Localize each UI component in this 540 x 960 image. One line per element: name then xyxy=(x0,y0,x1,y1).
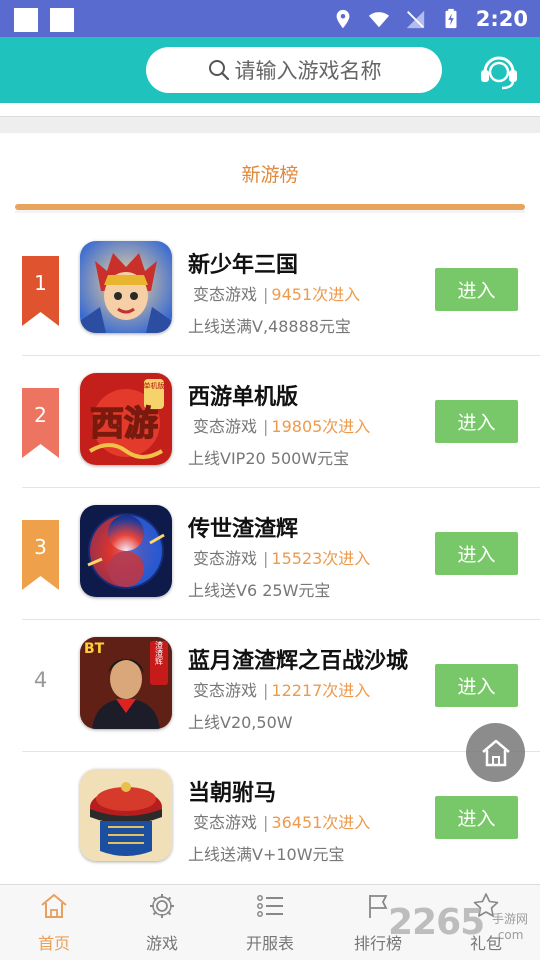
notification-icon xyxy=(14,8,38,32)
game-icon-lanyue[interactable]: BT 渣渣辉 xyxy=(80,637,172,729)
nav-server-list[interactable]: 开服表 xyxy=(216,885,324,960)
game-name: 新少年三国 xyxy=(188,253,299,278)
game-description: 上线送满V+10W元宝 xyxy=(188,845,345,864)
game-description: 上线送满V,48888元宝 xyxy=(188,317,351,336)
game-name: 蓝月渣渣辉之百战沙城 xyxy=(188,649,409,674)
game-list-item[interactable]: 4 BT 渣渣辉 蓝月渣渣辉之百战沙城 变态游戏 | 12217次进入 上线V20,… xyxy=(0,620,540,752)
nav-games[interactable]: 游戏 xyxy=(108,885,216,960)
game-list-item[interactable]: 2 单机版 西游 西游单机版 变态游戏 | 19805次进入 上线VIP20 500… xyxy=(0,356,540,488)
wifi-icon xyxy=(368,12,389,28)
play-count: 15523次进入 xyxy=(271,549,371,568)
game-icon-xiyou[interactable]: 单机版 西游 xyxy=(80,373,172,465)
game-description: 上线送V6 25W元宝 xyxy=(188,581,331,600)
game-type: 变态游戏 xyxy=(193,285,258,304)
play-count: 12217次进入 xyxy=(271,681,371,700)
rank-ribbon: 1 xyxy=(22,256,59,326)
rank-ribbon: 3 xyxy=(22,520,59,590)
enter-button[interactable]: 进入 xyxy=(435,268,518,311)
home-icon xyxy=(481,739,510,766)
nav-label: 首页 xyxy=(37,934,70,953)
watermark-site: 手游网 xyxy=(492,912,529,926)
nav-home[interactable]: 首页 xyxy=(0,885,108,960)
game-type: 变态游戏 xyxy=(193,417,258,436)
icon-tag-text: 渣渣辉 xyxy=(155,640,164,666)
play-count: 19805次进入 xyxy=(271,417,371,436)
section-title: 新游榜 xyxy=(241,164,299,186)
game-name: 传世渣渣辉 xyxy=(188,517,299,542)
watermark-domain: .com xyxy=(494,928,524,942)
rank-number: 3 xyxy=(34,535,47,559)
enter-button[interactable]: 进入 xyxy=(435,532,518,575)
nav-label: 游戏 xyxy=(145,934,178,953)
header-divider xyxy=(0,103,540,133)
game-description: 上线VIP20 500W元宝 xyxy=(188,449,350,468)
status-bar: 2:20 xyxy=(0,0,540,37)
search-placeholder: 请输入游戏名称 xyxy=(234,59,382,83)
game-type: 变态游戏 xyxy=(193,813,258,832)
play-count: 36451次进入 xyxy=(271,813,371,832)
game-icon-dangchao-fuma[interactable] xyxy=(80,769,172,861)
game-type: 变态游戏 xyxy=(193,681,258,700)
rank-ribbon: 2 xyxy=(22,388,59,458)
game-meta: 变态游戏 | 9451次进入 xyxy=(193,285,361,304)
game-name: 当朝驸马 xyxy=(188,781,277,806)
rank-number: 1 xyxy=(34,271,47,295)
rank-number: 2 xyxy=(34,403,47,427)
battery-charging-icon xyxy=(445,8,457,29)
customer-service-icon[interactable] xyxy=(476,47,522,93)
search-icon xyxy=(208,60,229,81)
game-name: 西游单机版 xyxy=(188,385,299,410)
game-meta: 变态游戏 | 19805次进入 xyxy=(193,417,371,436)
icon-tag-text: 单机版 xyxy=(144,381,165,390)
icon-title-text: 西游 xyxy=(90,404,158,444)
game-meta: 变态游戏 | 15523次进入 xyxy=(193,549,371,568)
enter-button[interactable]: 进入 xyxy=(435,400,518,443)
list-icon xyxy=(257,895,283,917)
game-icon-chuanshi[interactable] xyxy=(80,505,172,597)
icon-bt-text: BT xyxy=(84,641,105,657)
no-signal-icon xyxy=(406,10,424,29)
notification-icon xyxy=(50,8,74,32)
home-icon xyxy=(41,893,67,918)
game-list-item[interactable]: 3 传世渣渣辉 变态游戏 | 15523次进入 上线送V6 25W元宝 进入 xyxy=(0,488,540,620)
game-meta: 变态游戏 | 12217次进入 xyxy=(193,681,371,700)
nav-label: 开服表 xyxy=(245,934,294,953)
rank-number: 4 xyxy=(33,668,48,692)
clock-time: 2:20 xyxy=(475,7,528,31)
game-description: 上线V20,50W xyxy=(188,713,293,732)
game-type: 变态游戏 xyxy=(193,549,258,568)
watermark-logo: 2265 手游网 .com xyxy=(388,902,538,952)
game-meta: 变态游戏 | 36451次进入 xyxy=(193,813,371,832)
game-icon-shaonian-sanguo[interactable] xyxy=(80,241,172,333)
floating-home-button[interactable] xyxy=(466,723,525,782)
location-icon xyxy=(336,9,350,29)
watermark-number: 2265 xyxy=(388,902,485,943)
game-list-item[interactable]: 当朝驸马 变态游戏 | 36451次进入 上线送满V+10W元宝 进入 xyxy=(0,752,540,884)
app-header: 请输入游戏名称 xyxy=(0,37,540,103)
game-list-item[interactable]: 1 新少年三国 变态游戏 | 9451次进入 上线送满V,48888元宝 进入 xyxy=(0,224,540,356)
search-input[interactable]: 请输入游戏名称 xyxy=(146,47,442,93)
enter-button[interactable]: 进入 xyxy=(435,664,518,707)
enter-button[interactable]: 进入 xyxy=(435,796,518,839)
play-count: 9451次进入 xyxy=(271,285,361,304)
gear-icon xyxy=(150,894,174,918)
